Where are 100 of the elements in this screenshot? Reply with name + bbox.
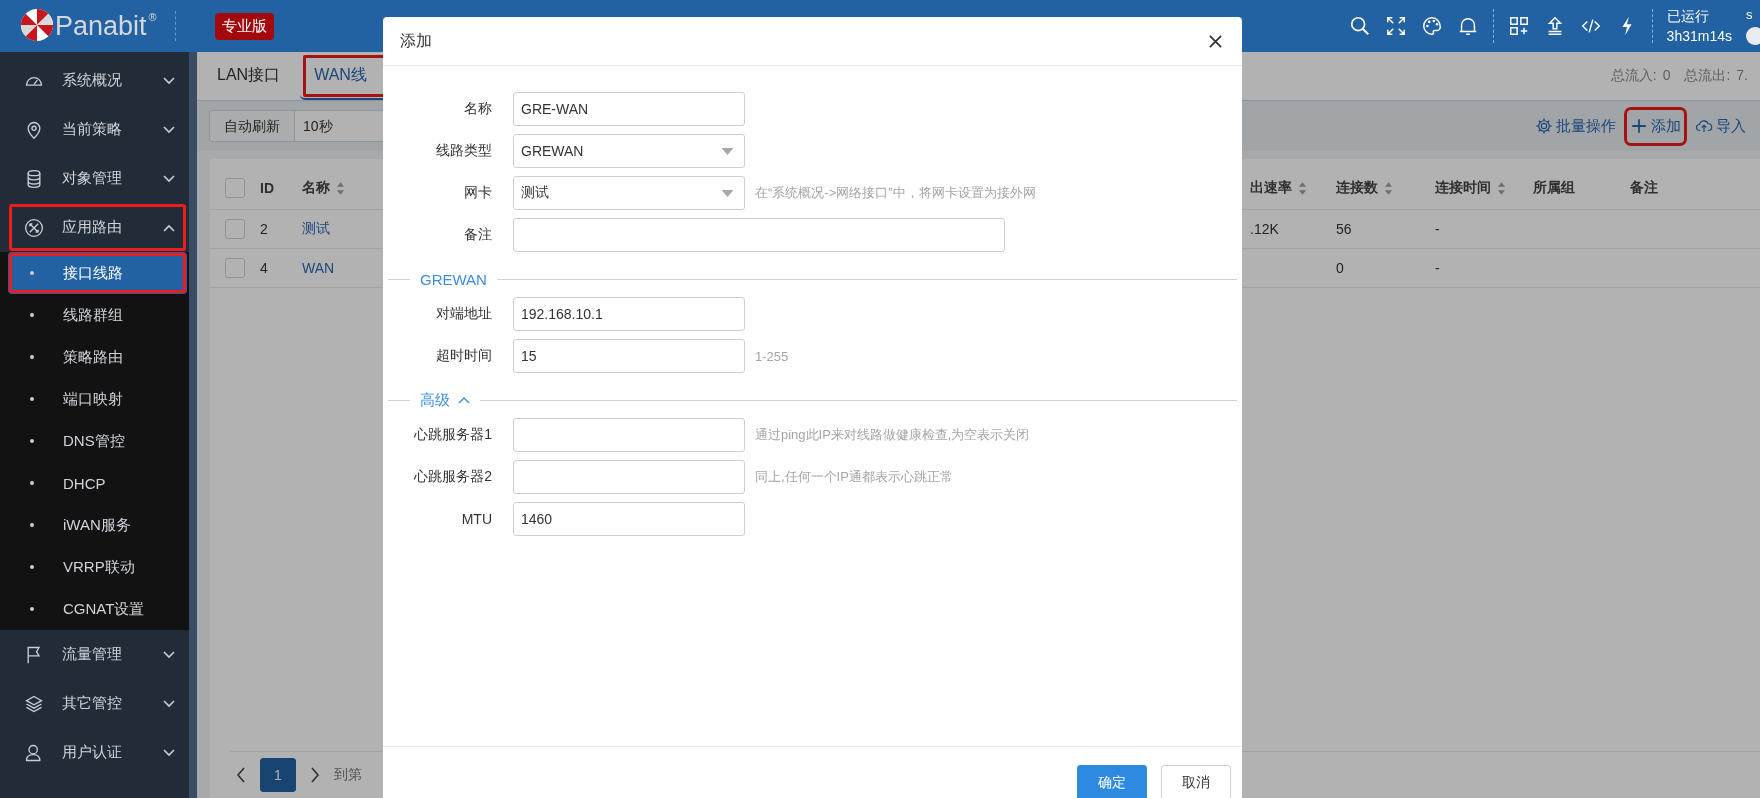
previous-page-icon[interactable] — [236, 767, 246, 783]
plus-icon — [1630, 117, 1648, 135]
table-cell: 2 — [260, 221, 268, 237]
section-toggle[interactable]: 高级 — [420, 390, 470, 410]
field-label: 心跳服务器1 — [413, 426, 493, 444]
section-title: GREWAN — [420, 270, 487, 288]
column-header[interactable]: 连接数 — [1336, 179, 1393, 197]
input-field[interactable] — [513, 460, 745, 494]
column-header[interactable]: 连接时间 — [1435, 179, 1506, 197]
gear-icon — [1535, 117, 1553, 135]
input-field[interactable] — [513, 218, 1005, 252]
close-icon[interactable] — [1208, 33, 1223, 49]
sidebar-subitem[interactable]: 接口线路 — [8, 252, 187, 294]
input-field[interactable]: 1460 — [513, 502, 745, 536]
sort-icon — [1384, 180, 1393, 196]
name-link[interactable]: WAN — [302, 260, 335, 276]
sidebar-item[interactable]: 其它管控 — [0, 679, 189, 728]
umbrella-logo-icon — [20, 8, 54, 42]
search-icon[interactable] — [1348, 15, 1371, 37]
batch-link[interactable]: 批量操作 — [1533, 110, 1618, 142]
next-page-icon[interactable] — [310, 767, 320, 783]
field-hint: 在“系统概况->网络接口”中，将网卡设置为接外网 — [755, 184, 1036, 202]
total-label: 总流出: — [1684, 67, 1731, 85]
logo-text: Panabit — [55, 11, 147, 41]
checkbox[interactable] — [225, 178, 245, 198]
uptime-label: 已运行 — [1666, 7, 1710, 26]
sidebar-item[interactable]: 用户认证 — [0, 728, 189, 777]
sidebar-subitem[interactable]: DHCP — [0, 462, 189, 504]
select-field[interactable]: GREWAN — [513, 134, 745, 168]
column-header: 备注 — [1630, 179, 1658, 197]
sidebar-item[interactable]: 对象管理 — [0, 154, 189, 203]
chevron-icon — [163, 700, 175, 708]
field-label: 心跳服务器2 — [413, 468, 493, 486]
input-field[interactable]: 15 — [513, 339, 745, 373]
table-cell: 56 — [1336, 221, 1352, 237]
confirm-button[interactable]: 确定 — [1077, 765, 1147, 798]
field-label: 对端地址 — [435, 305, 493, 323]
input-field[interactable]: GRE-WAN — [513, 92, 745, 126]
input-field[interactable]: 192.168.10.1 — [513, 297, 745, 331]
tab[interactable]: WAN线 — [300, 52, 427, 100]
field-label: 备注 — [463, 226, 493, 244]
field-hint: 通过ping此IP来对线路做健康检查,为空表示关闭 — [755, 426, 1030, 444]
field-label: MTU — [460, 511, 493, 527]
field-label: 线路类型 — [435, 142, 493, 160]
import-link[interactable]: 导入 — [1693, 110, 1748, 142]
sidebar-subitem[interactable]: DNS管控 — [0, 420, 189, 462]
column-header[interactable]: 出速率 — [1250, 179, 1307, 197]
input-field[interactable] — [513, 418, 745, 452]
sidebar-subitem[interactable]: CGNAT设置 — [0, 588, 189, 630]
avatar-icon[interactable] — [1746, 27, 1760, 45]
select-field[interactable]: 测试 — [513, 176, 745, 210]
route-icon — [24, 217, 44, 238]
uptime-value: 3h31m14s — [1666, 27, 1732, 46]
total-value: 0 — [1662, 67, 1671, 85]
tab[interactable]: LAN接口 — [203, 52, 295, 100]
name-link[interactable]: 测试 — [302, 220, 330, 238]
sidebar-subitem[interactable]: 策略路由 — [0, 336, 189, 378]
table-cell: 4 — [260, 260, 268, 276]
field-label: 网卡 — [463, 184, 493, 202]
edition-badge: 专业版 — [215, 12, 274, 40]
chevron-icon — [163, 224, 175, 232]
cloud-upload-icon — [1695, 117, 1713, 135]
sidebar-subitem[interactable]: VRRP联动 — [0, 546, 189, 588]
sidebar-subitem[interactable]: iWAN服务 — [0, 504, 189, 546]
chevron-icon — [458, 396, 470, 404]
grid-add-icon[interactable] — [1507, 15, 1530, 37]
total-label: 总流入: — [1610, 67, 1657, 85]
registered-mark: ® — [148, 11, 157, 23]
sidebar-item[interactable]: 当前策略 — [0, 105, 189, 154]
column-header[interactable]: 名称 — [302, 179, 345, 197]
chevron-icon — [163, 749, 175, 757]
column-header: ID — [260, 180, 274, 196]
table-cell: 0 — [1336, 260, 1344, 276]
sidebar-item[interactable]: 流量管理 — [0, 630, 189, 679]
chevron-icon — [163, 126, 175, 134]
chevron-icon — [163, 175, 175, 183]
table-cell: - — [1435, 260, 1440, 276]
palette-icon[interactable] — [1420, 15, 1443, 37]
caret-icon — [721, 147, 734, 155]
checkbox[interactable] — [225, 219, 245, 239]
total-value: 7. — [1736, 67, 1748, 85]
sidebar-subitem[interactable]: 线路群组 — [0, 294, 189, 336]
checkbox[interactable] — [225, 258, 245, 278]
sort-icon — [1298, 180, 1307, 196]
cancel-button[interactable]: 取消 — [1161, 765, 1231, 798]
field-label: 名称 — [463, 100, 493, 118]
fullscreen-icon[interactable] — [1384, 15, 1407, 37]
layers-icon — [24, 693, 44, 714]
sidebar-item[interactable]: 应用路由 — [8, 203, 187, 252]
goto-label: 到第 — [334, 766, 362, 784]
sidebar-subitem[interactable]: 端口映射 — [0, 378, 189, 420]
caret-icon — [721, 189, 734, 197]
table-cell: .12K — [1250, 221, 1279, 237]
add-link[interactable]: 添加 — [1628, 110, 1683, 142]
sidebar-item[interactable]: 系统概况 — [0, 56, 189, 105]
chevron-icon — [163, 651, 175, 659]
sort-icon — [336, 180, 345, 196]
sort-icon — [1497, 180, 1506, 196]
field-hint: 1-255 — [755, 348, 789, 364]
page-button[interactable]: 1 — [260, 758, 296, 792]
